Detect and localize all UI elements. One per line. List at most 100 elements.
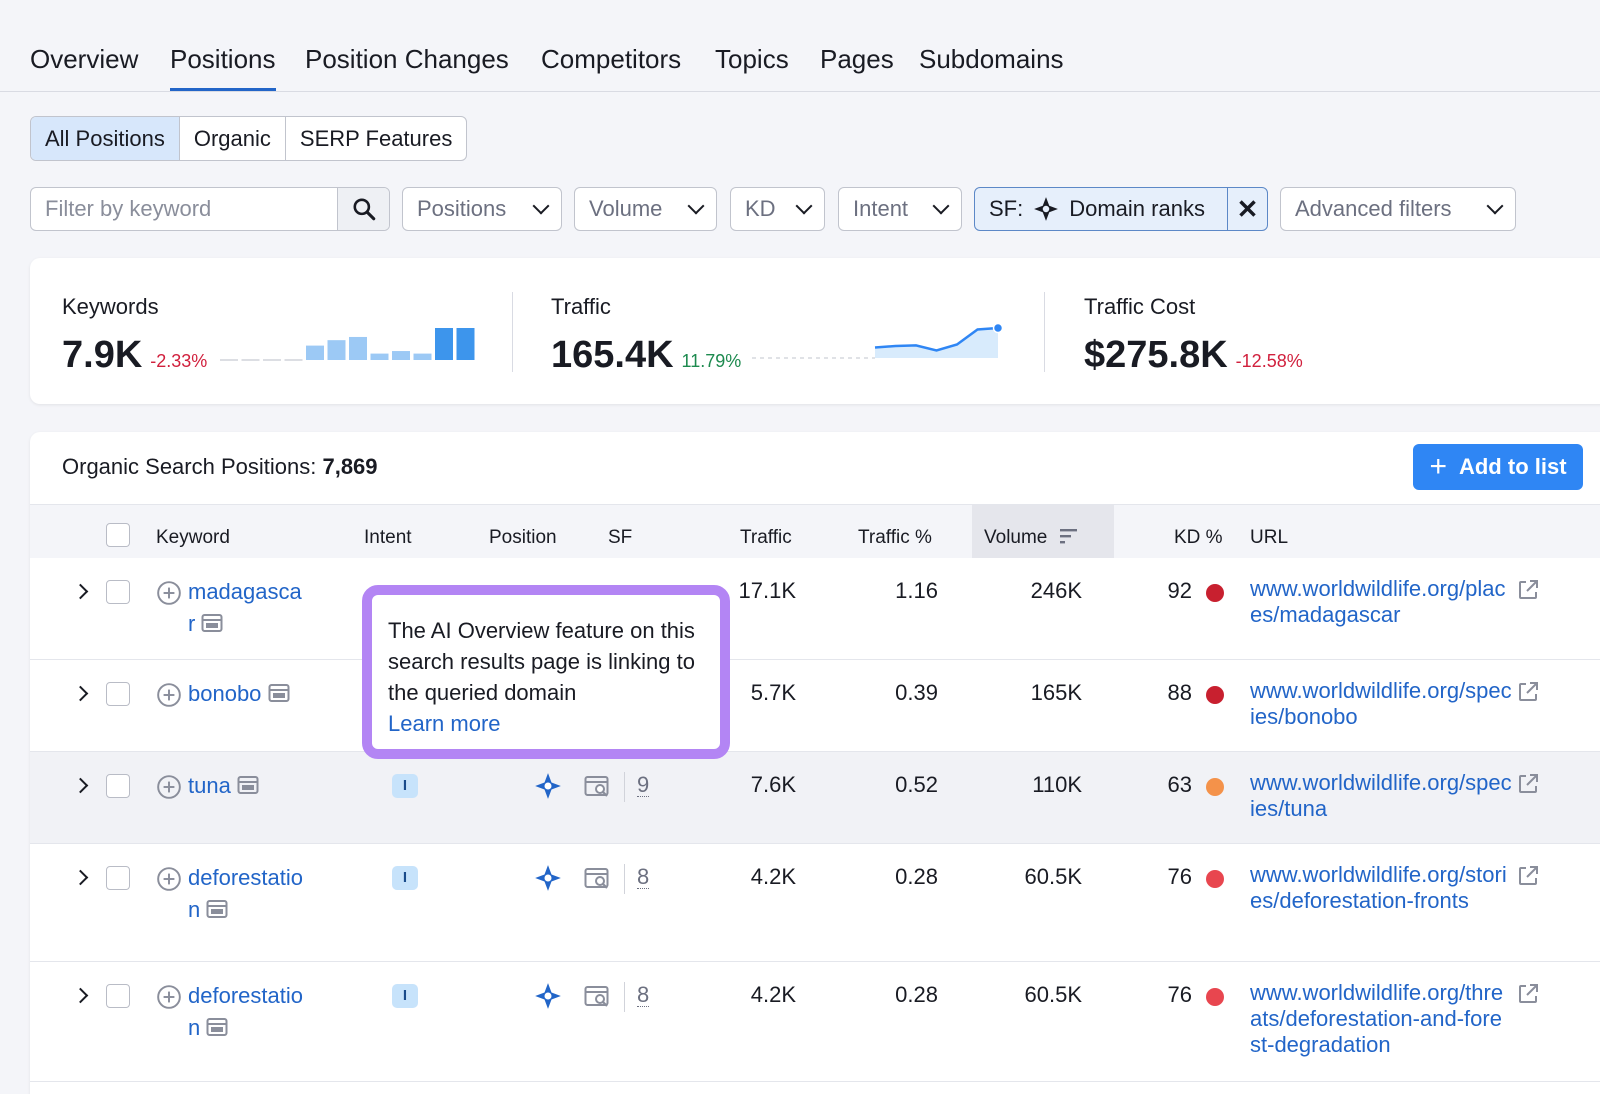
keyword-link-cont[interactable]: n: [188, 894, 228, 926]
keyword-link[interactable]: tuna: [188, 770, 259, 802]
url-link[interactable]: www.worldwildlife.org/threats/deforestat…: [1250, 980, 1512, 1058]
expand-row-icon[interactable]: [72, 987, 89, 1004]
keyword-link[interactable]: madagasca: [188, 576, 302, 608]
learn-more-link[interactable]: Learn more: [388, 711, 501, 736]
expand-row-icon[interactable]: [72, 869, 89, 886]
tab-pages[interactable]: Pages: [820, 44, 894, 75]
col-position[interactable]: Position: [489, 527, 557, 549]
clear-filter-button[interactable]: ✕: [1227, 188, 1267, 230]
table-row[interactable]: deforestatio n I 8 4.2K 0.28 60.5K 76 www.world…: [30, 844, 1600, 962]
col-sf[interactable]: SF: [608, 527, 632, 549]
col-traffic-percent[interactable]: Traffic %: [858, 527, 932, 549]
select-all-checkbox[interactable]: [106, 523, 130, 547]
col-traffic[interactable]: Traffic: [740, 527, 792, 549]
sf-count[interactable]: 8: [637, 866, 650, 889]
segment-serp-features[interactable]: SERP Features: [286, 117, 466, 160]
table-row[interactable]: bonobo 5.7K 0.39 165K 88 www.worldwildlife.o…: [30, 660, 1600, 752]
tab-topics[interactable]: Topics: [715, 44, 789, 75]
segment-all-positions[interactable]: All Positions: [31, 117, 180, 160]
expand-row-icon[interactable]: [72, 685, 89, 702]
keyword-link[interactable]: deforestatio: [188, 980, 303, 1012]
volume-dropdown[interactable]: Volume: [574, 187, 717, 231]
serp-preview-icon[interactable]: [584, 774, 612, 798]
keywords-change: -2.33%: [150, 351, 208, 371]
table-row[interactable]: madagasca r 17.1K 1.16 246K 92 www.worldwildl…: [30, 558, 1600, 660]
keyword-link-cont[interactable]: r: [188, 608, 223, 640]
kd-indicator: [1206, 584, 1224, 602]
col-volume-label: Volume: [984, 527, 1048, 548]
tab-competitors[interactable]: Competitors: [541, 44, 681, 75]
sf-filter-chip[interactable]: SF: Domain ranks ✕: [974, 187, 1268, 231]
col-kd[interactable]: KD %: [1174, 527, 1223, 549]
traffic-percent-value: 0.39: [895, 680, 938, 705]
volume-value: 246K: [1030, 578, 1082, 603]
serp-snapshot-icon[interactable]: [206, 1017, 228, 1037]
intent-dropdown[interactable]: Intent: [838, 187, 962, 231]
expand-row-icon[interactable]: [72, 583, 89, 600]
segment-organic[interactable]: Organic: [180, 117, 286, 160]
ai-overview-tooltip: The AI Overview feature on this search r…: [362, 585, 730, 759]
add-to-list-button[interactable]: + Add to list: [1413, 444, 1583, 490]
external-link-icon[interactable]: [1516, 982, 1540, 1006]
tab-subdomains[interactable]: Subdomains: [919, 44, 1064, 75]
add-keyword-icon[interactable]: [156, 984, 182, 1010]
chevron-down-icon: [795, 197, 813, 215]
tooltip-text: The AI Overview feature on this search r…: [388, 618, 695, 705]
keywords-bar: [327, 340, 346, 360]
keyword-link-cont[interactable]: n: [188, 1012, 228, 1044]
kd-dropdown[interactable]: KD: [730, 187, 825, 231]
add-keyword-icon[interactable]: [156, 774, 182, 800]
add-keyword-icon[interactable]: [156, 682, 182, 708]
external-link-icon[interactable]: [1516, 864, 1540, 888]
keywords-metric: Keywords 7.9K -2.33%: [62, 294, 207, 377]
traffic-cost-metric: Traffic Cost $275.8K -12.58%: [1084, 294, 1303, 377]
external-link-icon[interactable]: [1516, 772, 1540, 796]
col-volume[interactable]: Volume: [984, 527, 1079, 549]
expand-row-icon[interactable]: [72, 777, 89, 794]
kd-indicator: [1206, 988, 1224, 1006]
tab-positions[interactable]: Positions: [170, 44, 276, 91]
keyword-link[interactable]: bonobo: [188, 678, 290, 710]
url-link[interactable]: www.worldwildlife.org/species/bonobo: [1250, 678, 1512, 730]
keywords-bar: [456, 328, 475, 360]
tab-overview[interactable]: Overview: [30, 44, 138, 75]
row-checkbox[interactable]: [106, 984, 130, 1008]
kd-value: 76: [1167, 864, 1192, 889]
table-row[interactable]: deforestatio n I 8 4.2K 0.28 60.5K 76 www.world…: [30, 962, 1600, 1082]
url-link[interactable]: www.worldwildlife.org/stories/deforestat…: [1250, 862, 1512, 914]
serp-preview-icon[interactable]: [584, 984, 612, 1008]
add-keyword-icon[interactable]: [156, 866, 182, 892]
table-row[interactable]: tuna I 9 7.6K 0.52 110K 63 www.worldwildlife.o…: [30, 752, 1600, 844]
row-checkbox[interactable]: [106, 774, 130, 798]
url-link[interactable]: www.worldwildlife.org/species/tuna: [1250, 770, 1512, 822]
positions-dropdown[interactable]: Positions: [402, 187, 562, 231]
traffic-value: 4.2K: [750, 864, 796, 889]
row-checkbox[interactable]: [106, 866, 130, 890]
advanced-filters-dropdown[interactable]: Advanced filters: [1280, 187, 1516, 231]
volume-value: 60.5K: [1024, 864, 1083, 889]
row-checkbox[interactable]: [106, 682, 130, 706]
tab-position-changes[interactable]: Position Changes: [305, 44, 509, 75]
col-url[interactable]: URL: [1250, 527, 1288, 549]
volume-value: 165K: [1030, 680, 1082, 705]
keyword-link[interactable]: deforestatio: [188, 862, 303, 894]
keyword-filter-input[interactable]: [31, 188, 337, 230]
serp-snapshot-icon[interactable]: [206, 899, 228, 919]
serp-snapshot-icon[interactable]: [268, 683, 290, 703]
col-intent[interactable]: Intent: [364, 527, 412, 549]
serp-preview-icon[interactable]: [584, 866, 612, 890]
serp-snapshot-icon[interactable]: [201, 613, 223, 633]
external-link-icon[interactable]: [1516, 680, 1540, 704]
url-link[interactable]: www.worldwildlife.org/places/madagascar: [1250, 576, 1512, 628]
sf-count[interactable]: 9: [637, 774, 650, 797]
external-link-icon[interactable]: [1516, 578, 1540, 602]
chevron-down-icon: [1486, 197, 1504, 215]
sf-count[interactable]: 8: [637, 984, 650, 1007]
col-keyword[interactable]: Keyword: [156, 527, 230, 549]
keywords-bar: [435, 328, 453, 360]
intent-badge: I: [392, 774, 418, 798]
add-keyword-icon[interactable]: [156, 580, 182, 606]
serp-snapshot-icon[interactable]: [237, 775, 259, 795]
search-button[interactable]: [337, 188, 389, 230]
row-checkbox[interactable]: [106, 580, 130, 604]
